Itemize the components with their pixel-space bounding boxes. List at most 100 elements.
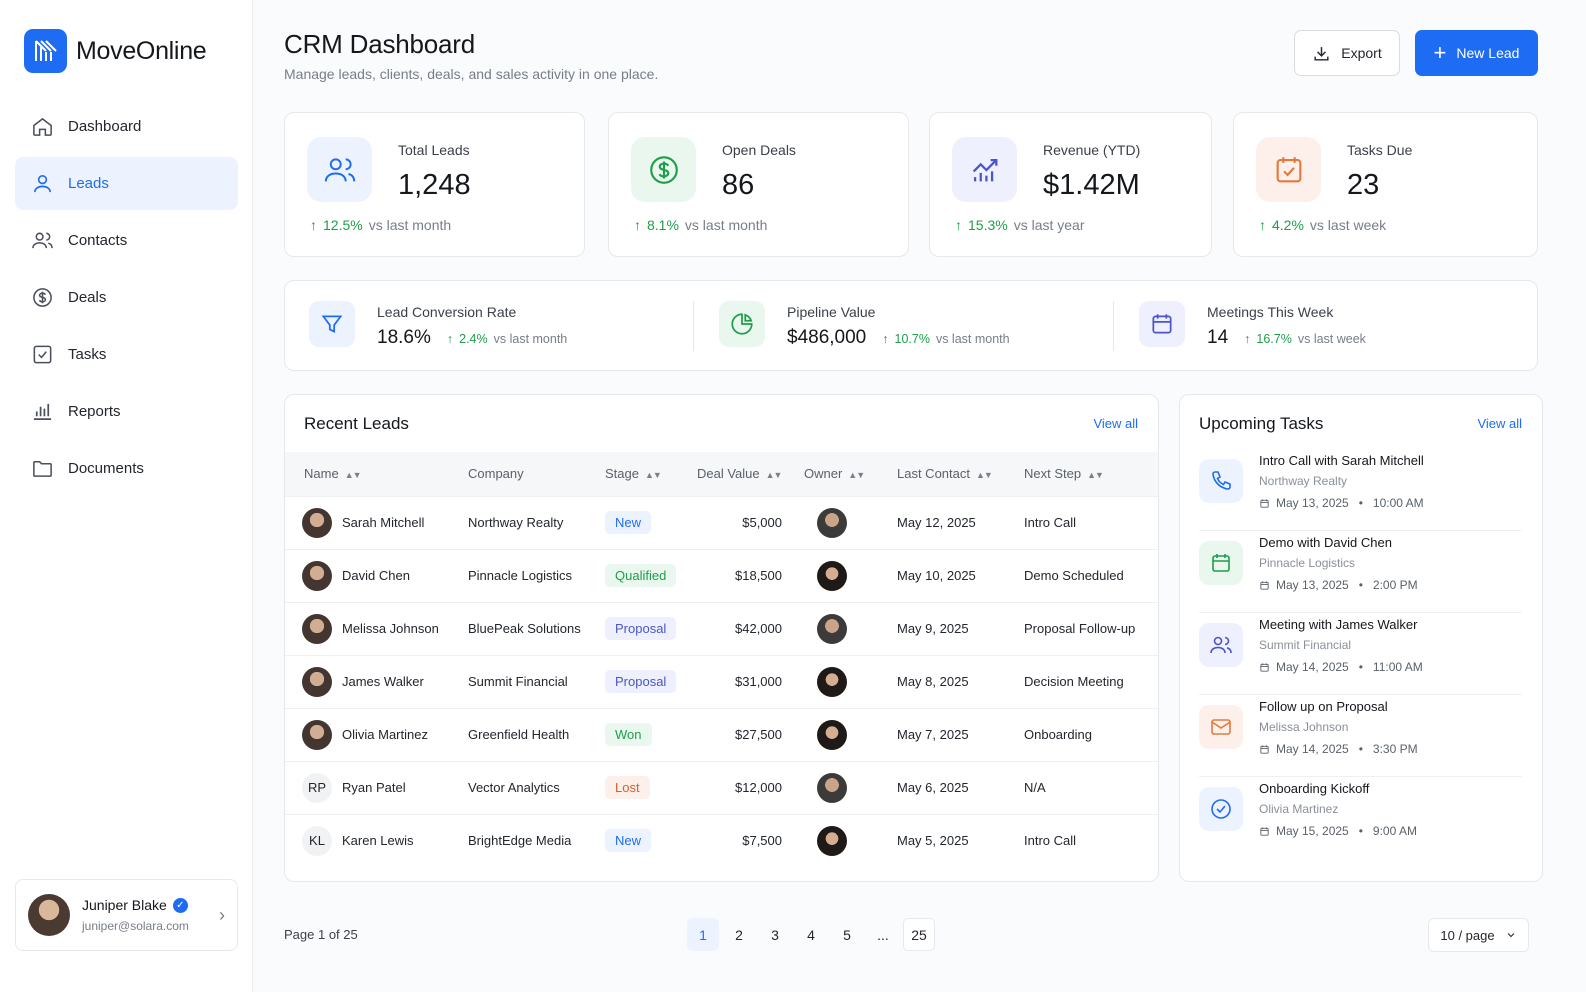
page-button[interactable]: 2 [723, 918, 755, 951]
metric-value: 18.6% [377, 327, 431, 348]
separator-dot: • [1358, 742, 1363, 756]
stage-badge: Qualified [605, 564, 677, 587]
owner-avatar [817, 507, 847, 538]
table-row[interactable]: KL Karen Lewis BrightEdge Media New $7,50… [285, 813, 1158, 867]
chevron-right-icon[interactable]: › [219, 905, 225, 926]
per-page-select[interactable]: 10 / page [1428, 918, 1529, 952]
lead-name[interactable]: Sarah Mitchell [342, 515, 424, 530]
panel-title: Upcoming Tasks [1199, 414, 1324, 433]
view-all-leads-link[interactable]: View all [1093, 416, 1138, 431]
table-row[interactable]: Sarah Mitchell Northway Realty New $5,00… [285, 495, 1158, 549]
calendar-icon [1139, 301, 1185, 347]
sidebar-item-reports[interactable]: Reports [15, 385, 238, 438]
page-button[interactable]: 3 [759, 918, 791, 951]
deal-value: $18,500 [697, 548, 804, 602]
lead-name[interactable]: James Walker [342, 674, 424, 689]
stat-card-revenue[interactable]: Revenue (YTD) $1.42M ↑ 15.3% vs last year [929, 112, 1212, 257]
task-item[interactable]: Follow up on Proposal Melissa Johnson Ma… [1199, 699, 1522, 756]
metric-label: Lead Conversion Rate [377, 304, 517, 320]
stat-change: 8.1% [647, 217, 679, 233]
pagination: 1 2 3 4 5... 25 [687, 918, 935, 951]
page-button[interactable]: 25 [903, 918, 935, 951]
avatar [302, 613, 332, 644]
lead-name[interactable]: Olivia Martinez [342, 727, 428, 742]
divider [1199, 612, 1522, 613]
metric-value: $486,000 [787, 327, 867, 348]
column-header-deal-value[interactable]: Deal Value ▲▼ [697, 452, 804, 496]
new-lead-button[interactable]: + New Lead [1415, 30, 1538, 76]
stat-value: 23 [1347, 169, 1380, 201]
stat-card-total-leads[interactable]: Total Leads 1,248 ↑ 12.5% vs last month [284, 112, 585, 257]
table-row[interactable]: David Chen Pinnacle Logistics Qualified … [285, 548, 1158, 602]
stage-badge: New [605, 511, 652, 534]
sidebar-item-deals[interactable]: Deals [15, 271, 238, 324]
divider [1199, 530, 1522, 531]
sidebar-item-label: Leads [68, 175, 109, 192]
table-row[interactable]: RP Ryan Patel Vector Analytics Lost $12,0… [285, 760, 1158, 814]
lead-name[interactable]: Ryan Patel [342, 780, 406, 795]
sidebar-item-dashboard[interactable]: Dashboard [15, 100, 238, 153]
page-button[interactable]: 5 [831, 918, 863, 951]
arrow-up-icon: ↑ [1244, 332, 1251, 346]
next-step: Proposal Follow-up [1024, 601, 1158, 655]
stat-label: Revenue (YTD) [1043, 142, 1141, 158]
lead-company: Northway Realty [468, 495, 605, 549]
download-icon [1314, 46, 1329, 61]
view-all-tasks-link[interactable]: View all [1477, 416, 1522, 431]
divider [1199, 694, 1522, 695]
page-button[interactable]: 4 [795, 918, 827, 951]
sidebar-item-leads[interactable]: Leads [15, 157, 238, 210]
arrow-up-icon: ↑ [634, 217, 641, 233]
per-page-value: 10 / page [1440, 927, 1495, 943]
table-row[interactable]: James Walker Summit Financial Proposal $… [285, 654, 1158, 708]
task-item[interactable]: Onboarding Kickoff Olivia Martinez May 1… [1199, 781, 1522, 838]
sidebar-item-contacts[interactable]: Contacts [15, 214, 238, 267]
page-title: CRM Dashboard [284, 29, 476, 59]
mail-icon [1199, 705, 1243, 749]
task-title: Demo with David Chen [1259, 535, 1392, 550]
task-item[interactable]: Meeting with James Walker Summit Financi… [1199, 617, 1522, 674]
last-contact: May 5, 2025 [897, 813, 1024, 867]
sort-icon[interactable]: ▲▼ [345, 470, 362, 480]
sort-icon[interactable]: ▲▼ [848, 470, 865, 480]
stat-card-open-deals[interactable]: Open Deals 86 ↑ 8.1% vs last month [608, 112, 909, 257]
table-header-row: Name ▲▼ Company Stage ▲▼ Deal Value ▲▼ Owne… [285, 452, 1158, 496]
column-header-owner[interactable]: Owner ▲▼ [804, 452, 897, 496]
column-header-name[interactable]: Name ▲▼ [285, 452, 468, 496]
user-profile-card[interactable]: Juniper Blake ✓ juniper@solara.com › [15, 879, 238, 951]
users-icon [1199, 623, 1243, 667]
column-header-next-step[interactable]: Next Step ▲▼ [1024, 452, 1158, 496]
sidebar-item-label: Tasks [68, 346, 107, 363]
last-contact: May 7, 2025 [897, 707, 1024, 761]
table-row[interactable]: Melissa Johnson BluePeak Solutions Propo… [285, 601, 1158, 655]
sidebar-item-documents[interactable]: Documents [15, 442, 238, 495]
logo[interactable]: MoveOnline [24, 29, 207, 73]
lead-company: BluePeak Solutions [468, 601, 605, 655]
calendar-small-icon [1260, 580, 1269, 590]
lead-name[interactable]: Karen Lewis [342, 833, 414, 848]
page-button[interactable]: 1 [687, 918, 719, 951]
sidebar-item-tasks[interactable]: Tasks [15, 328, 238, 381]
column-header-last-contact[interactable]: Last Contact ▲▼ [897, 452, 1024, 496]
sort-icon[interactable]: ▲▼ [645, 470, 662, 480]
column-header-stage[interactable]: Stage ▲▼ [605, 452, 697, 496]
sort-icon[interactable]: ▲▼ [766, 470, 783, 480]
table-row[interactable]: Olivia Martinez Greenfield Health Won $2… [285, 707, 1158, 761]
arrow-up-icon: ↑ [882, 332, 889, 346]
task-item[interactable]: Demo with David Chen Pinnacle Logistics … [1199, 535, 1522, 592]
stat-card-tasks-due[interactable]: Tasks Due 23 ↑ 4.2% vs last week [1233, 112, 1538, 257]
pie-chart-icon [719, 301, 765, 347]
divider [1199, 776, 1522, 777]
owner-avatar [817, 719, 847, 750]
pagination-summary: Page 1 of 25 [284, 927, 358, 942]
lead-name[interactable]: David Chen [342, 568, 410, 583]
task-item[interactable]: Intro Call with Sarah Mitchell Northway … [1199, 453, 1522, 510]
metric-period: vs last week [1297, 332, 1366, 346]
lead-name[interactable]: Melissa Johnson [342, 621, 439, 636]
sidebar-item-label: Reports [68, 403, 121, 420]
sort-icon[interactable]: ▲▼ [1087, 470, 1104, 480]
deal-value: $7,500 [697, 813, 804, 867]
stat-change: 4.2% [1272, 217, 1304, 233]
export-button[interactable]: Export [1294, 30, 1400, 76]
sort-icon[interactable]: ▲▼ [976, 470, 993, 480]
